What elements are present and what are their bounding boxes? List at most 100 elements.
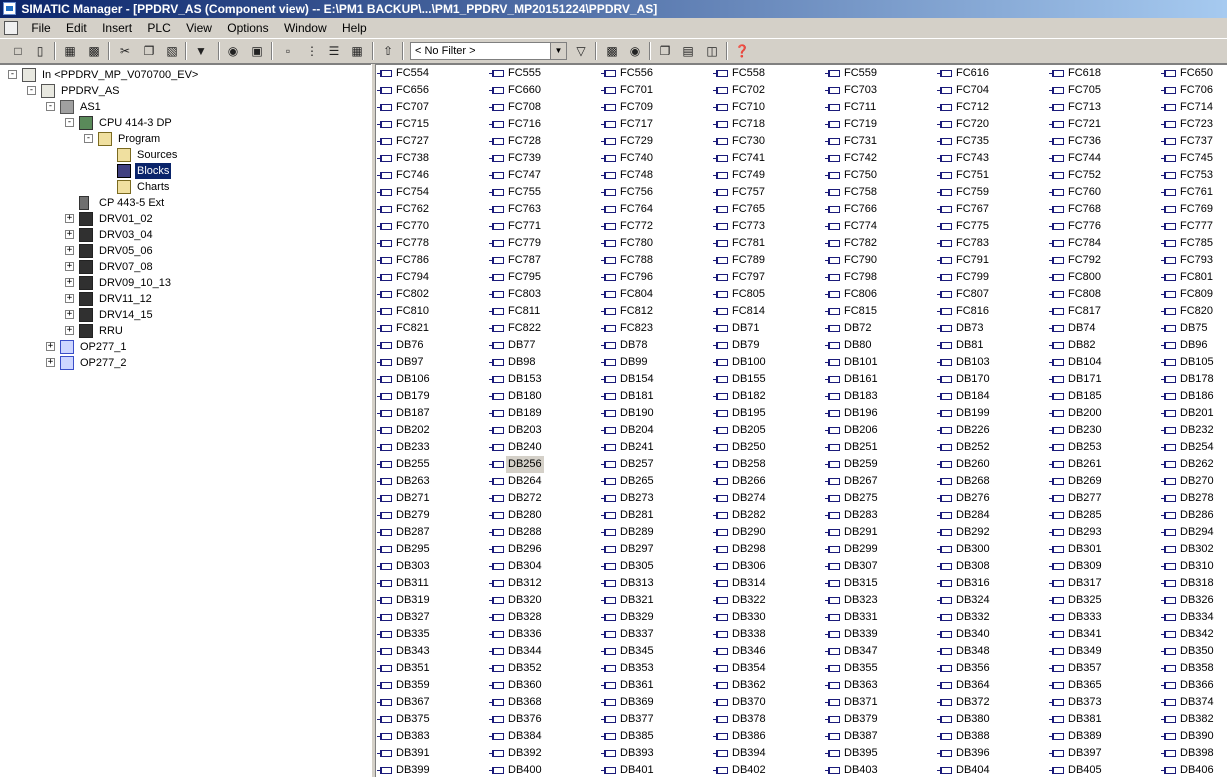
- block-item[interactable]: DB287: [377, 524, 490, 541]
- block-item[interactable]: FC794: [377, 269, 490, 286]
- block-item[interactable]: FC793: [1161, 252, 1227, 269]
- block-item[interactable]: DB376: [489, 711, 602, 728]
- block-item[interactable]: DB390: [1161, 728, 1227, 745]
- menu-file[interactable]: File: [25, 18, 56, 38]
- block-item[interactable]: FC817: [1049, 303, 1162, 320]
- block-item[interactable]: DB320: [489, 592, 602, 609]
- block-item[interactable]: DB392: [489, 745, 602, 762]
- block-item[interactable]: DB278: [1161, 490, 1227, 507]
- block-item[interactable]: DB323: [825, 592, 938, 609]
- block-item[interactable]: DB295: [377, 541, 490, 558]
- block-item[interactable]: DB183: [825, 388, 938, 405]
- block-item[interactable]: DB272: [489, 490, 602, 507]
- collapse-icon[interactable]: -: [46, 102, 55, 111]
- block-item[interactable]: DB305: [601, 558, 714, 575]
- block-item[interactable]: FC767: [937, 201, 1050, 218]
- block-item[interactable]: DB347: [825, 643, 938, 660]
- block-item[interactable]: FC757: [713, 184, 826, 201]
- block-item[interactable]: FC751: [937, 167, 1050, 184]
- block-item[interactable]: DB358: [1161, 660, 1227, 677]
- simulation-icon[interactable]: ◉: [626, 42, 644, 60]
- tree-node[interactable]: + DRV01_02: [0, 211, 365, 227]
- cut-icon[interactable]: ✂: [116, 42, 134, 60]
- block-item[interactable]: FC777: [1161, 218, 1227, 235]
- block-item[interactable]: FC739: [489, 150, 602, 167]
- block-item[interactable]: DB79: [713, 337, 826, 354]
- block-item[interactable]: DB332: [937, 609, 1050, 626]
- menu-insert[interactable]: Insert: [96, 18, 138, 38]
- block-item[interactable]: FC770: [377, 218, 490, 235]
- block-item[interactable]: DB161: [825, 371, 938, 388]
- block-item[interactable]: DB309: [1049, 558, 1162, 575]
- block-item[interactable]: DB250: [713, 439, 826, 456]
- block-item[interactable]: FC779: [489, 235, 602, 252]
- block-item[interactable]: DB396: [937, 745, 1050, 762]
- block-item[interactable]: DB293: [1049, 524, 1162, 541]
- block-item[interactable]: DB327: [377, 609, 490, 626]
- accessible-nodes-icon[interactable]: ▦: [61, 42, 79, 60]
- expand-icon[interactable]: +: [65, 262, 74, 271]
- block-item[interactable]: DB81: [937, 337, 1050, 354]
- block-item[interactable]: FC752: [1049, 167, 1162, 184]
- block-item[interactable]: DB74: [1049, 320, 1162, 337]
- block-item[interactable]: FC716: [489, 116, 602, 133]
- tree-node[interactable]: + DRV14_15: [0, 307, 365, 323]
- block-item[interactable]: DB285: [1049, 507, 1162, 524]
- block-item[interactable]: DB186: [1161, 388, 1227, 405]
- block-item[interactable]: FC815: [825, 303, 938, 320]
- block-item[interactable]: DB284: [937, 507, 1050, 524]
- block-item[interactable]: DB78: [601, 337, 714, 354]
- block-item[interactable]: DB179: [377, 388, 490, 405]
- block-item[interactable]: FC750: [825, 167, 938, 184]
- context-help-icon[interactable]: ❓: [733, 42, 751, 60]
- block-item[interactable]: DB296: [489, 541, 602, 558]
- block-item[interactable]: DB202: [377, 422, 490, 439]
- block-item[interactable]: DB334: [1161, 609, 1227, 626]
- block-item[interactable]: FC712: [937, 99, 1050, 116]
- open-icon[interactable]: ▯: [31, 42, 49, 60]
- block-item[interactable]: DB360: [489, 677, 602, 694]
- block-item[interactable]: DB314: [713, 575, 826, 592]
- block-item[interactable]: FC787: [489, 252, 602, 269]
- block-item[interactable]: FC791: [937, 252, 1050, 269]
- block-item[interactable]: FC820: [1161, 303, 1227, 320]
- block-item[interactable]: DB277: [1049, 490, 1162, 507]
- tree-node[interactable]: + OP277_2: [0, 355, 365, 371]
- block-item[interactable]: FC776: [1049, 218, 1162, 235]
- block-item[interactable]: FC702: [713, 82, 826, 99]
- block-item[interactable]: FC789: [713, 252, 826, 269]
- tree-node[interactable]: - CPU 414-3 DP: [0, 115, 365, 131]
- block-item[interactable]: FC765: [713, 201, 826, 218]
- online-icon[interactable]: ◉: [224, 42, 242, 60]
- expand-icon[interactable]: +: [65, 294, 74, 303]
- block-item[interactable]: DB260: [937, 456, 1050, 473]
- block-item[interactable]: DB292: [937, 524, 1050, 541]
- block-item[interactable]: DB103: [937, 354, 1050, 371]
- block-item[interactable]: DB362: [713, 677, 826, 694]
- block-item[interactable]: DB346: [713, 643, 826, 660]
- block-item[interactable]: FC706: [1161, 82, 1227, 99]
- block-item[interactable]: DB254: [1161, 439, 1227, 456]
- block-item[interactable]: DB371: [825, 694, 938, 711]
- block-item[interactable]: DB286: [1161, 507, 1227, 524]
- block-item[interactable]: FC710: [713, 99, 826, 116]
- block-item[interactable]: FC745: [1161, 150, 1227, 167]
- block-item[interactable]: DB155: [713, 371, 826, 388]
- block-item[interactable]: DB171: [1049, 371, 1162, 388]
- tree-node[interactable]: + DRV03_04: [0, 227, 365, 243]
- copy-icon[interactable]: ❐: [140, 42, 158, 60]
- menu-options[interactable]: Options: [221, 18, 274, 38]
- block-item[interactable]: DB375: [377, 711, 490, 728]
- block-item[interactable]: DB356: [937, 660, 1050, 677]
- block-item[interactable]: FC723: [1161, 116, 1227, 133]
- list-view-icon[interactable]: ☰: [325, 42, 343, 60]
- block-item[interactable]: FC785: [1161, 235, 1227, 252]
- up-one-level-icon[interactable]: ⇧: [379, 42, 397, 60]
- block-item[interactable]: DB403: [825, 762, 938, 777]
- block-item[interactable]: DB258: [713, 456, 826, 473]
- tree-node[interactable]: - Program: [0, 131, 365, 147]
- block-item[interactable]: DB230: [1049, 422, 1162, 439]
- block-item[interactable]: DB364: [937, 677, 1050, 694]
- block-item[interactable]: FC810: [377, 303, 490, 320]
- block-item[interactable]: FC743: [937, 150, 1050, 167]
